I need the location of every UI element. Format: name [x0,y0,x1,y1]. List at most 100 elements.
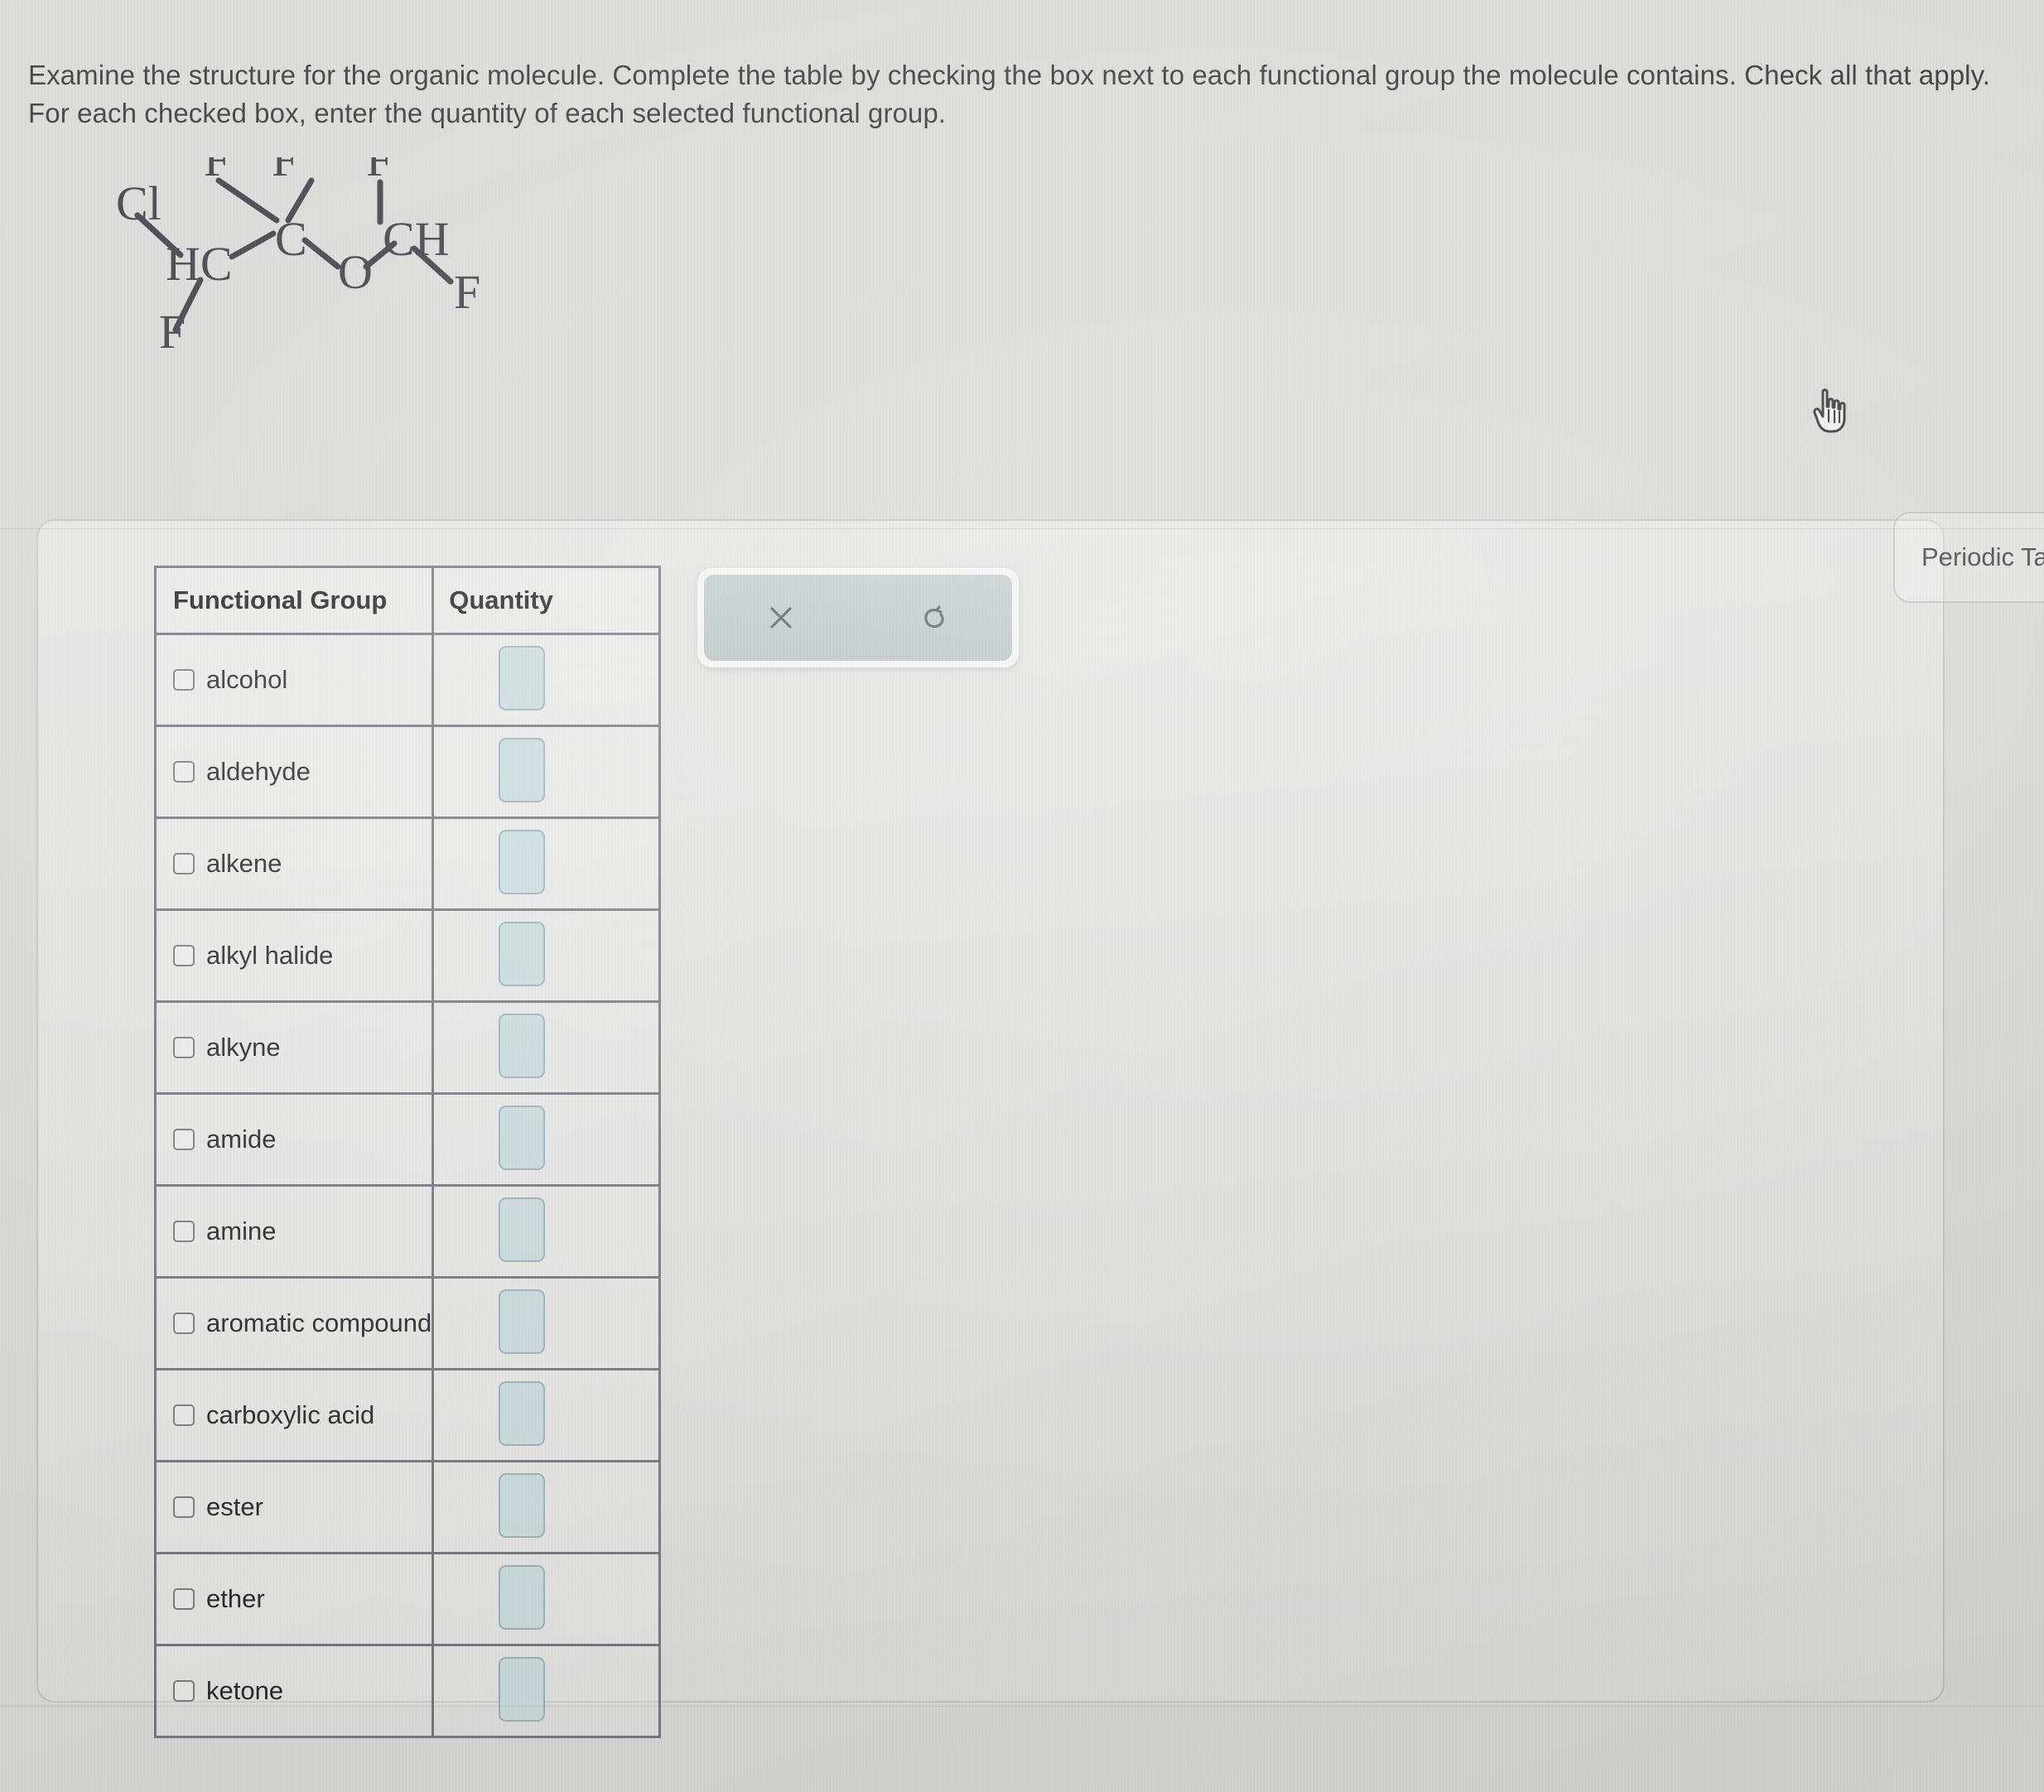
functional-group-label: amide [206,1125,277,1154]
checkbox-alkene[interactable] [173,853,195,874]
table-row: carboxylic acid [153,1368,661,1462]
atom-c: C [275,212,307,266]
molecule-structure-diagram: Cl F F F HC C O CH F F [99,157,613,489]
checkbox-aldehyde[interactable] [173,761,195,783]
functional-group-label: alkyl halide [206,941,334,970]
quantity-input-aromatic-compound[interactable] [499,1289,546,1354]
quantity-input-aldehyde[interactable] [499,737,546,802]
table-row: alcohol [153,633,661,727]
functional-group-label: alkyne [206,1033,281,1062]
quantity-cell [431,908,661,1003]
checkbox-ester[interactable] [173,1496,195,1518]
functional-group-cell: amine [153,1184,435,1279]
checkbox-alkyl-halide[interactable] [173,945,195,966]
atom-f-bottom: F [159,305,186,359]
bond-f1-c [215,177,280,224]
functional-group-cell: aldehyde [153,725,435,819]
quantity-cell [431,725,661,819]
functional-group-cell: aromatic compound [153,1276,435,1370]
atom-f-top-2: F [272,157,298,186]
atom-f-top-1: F [204,157,230,186]
quantity-input-amide[interactable] [499,1105,546,1170]
quantity-cell [431,1276,661,1370]
periodic-table-panel[interactable]: Periodic Table [1893,512,2044,603]
checkbox-ether[interactable] [173,1588,195,1610]
quantity-input-ester[interactable] [499,1472,546,1538]
functional-group-cell: alkene [153,817,435,911]
checkbox-ketone[interactable] [173,1680,195,1702]
quantity-cell [431,1644,661,1738]
quantity-input-ether[interactable] [499,1564,546,1630]
table-body: alcohol aldehyde alkene alkyl halide alkyne a… [153,633,661,1738]
quantity-cell [431,1368,661,1462]
quantity-cell [431,817,661,911]
molecule-atom-labels: Cl F F F HC C O CH F F [116,157,480,359]
checkbox-aromatic-compound[interactable] [173,1313,195,1334]
bond-hc-c [229,230,277,260]
quantity-input-alcohol[interactable] [499,645,546,711]
functional-group-table: Functional Group Quantity alcohol aldehyd… [153,566,661,1738]
table-header-row: Functional Group Quantity [153,566,661,635]
atom-hc: HC [166,237,233,291]
checkbox-carboxylic-acid[interactable] [173,1404,195,1426]
undo-arrow-icon [917,600,953,636]
close-x-icon [763,600,799,636]
functional-group-cell: ether [153,1552,435,1646]
functional-group-label: alcohol [206,665,288,694]
quantity-cell [431,1092,661,1187]
periodic-table-label: Periodic Table [1921,542,2044,571]
header-functional-group: Functional Group [153,566,435,635]
checkbox-alcohol[interactable] [173,669,195,691]
quantity-input-alkene[interactable] [499,829,546,894]
table-row: alkyne [153,1000,661,1095]
quantity-cell [431,1460,661,1554]
functional-group-cell: alcohol [153,633,435,727]
undo-button[interactable] [858,575,1012,661]
functional-group-cell: alkyne [153,1000,435,1095]
clear-answer-button[interactable] [704,575,858,661]
quantity-cell [431,633,661,727]
functional-group-cell: ester [153,1460,435,1554]
table-row: aldehyde [153,725,661,819]
quantity-input-carboxylic-acid[interactable] [499,1380,546,1446]
table-row: ether [153,1552,661,1646]
quantity-input-amine[interactable] [499,1197,546,1262]
checkbox-amine[interactable] [173,1221,195,1242]
atom-ch: CH [383,212,450,266]
table-row: alkyl halide [153,908,661,1003]
functional-group-label: ether [206,1584,265,1613]
quantity-input-alkyne[interactable] [499,1013,546,1078]
answer-toolbar-inner [704,575,1012,661]
atom-cl: Cl [116,176,161,230]
molecule-svg: Cl F F F HC C O CH F F [116,157,480,359]
table-row: alkene [153,817,661,911]
pointing-hand-cursor [1810,387,1853,435]
functional-group-label: ester [206,1492,263,1521]
answer-toolbar [697,568,1019,667]
atom-o: O [338,245,373,299]
header-quantity: Quantity [431,566,661,635]
checkbox-amide[interactable] [173,1129,195,1150]
functional-group-cell: alkyl halide [153,908,435,1003]
quantity-cell [431,1184,661,1279]
table-row: ester [153,1460,661,1554]
table-row: aromatic compound [153,1276,661,1370]
functional-group-label: amine [206,1216,277,1245]
functional-group-label: carboxylic acid [206,1400,375,1429]
functional-group-cell: carboxylic acid [153,1368,435,1462]
table-row: amine [153,1184,661,1279]
functional-group-label: alkene [206,849,282,878]
bond-c-o [301,237,341,270]
quantity-cell [431,1000,661,1095]
functional-group-label: aldehyde [206,757,311,786]
quantity-input-alkyl-halide[interactable] [499,921,546,986]
table-row: amide [153,1092,661,1187]
functional-group-label: aromatic compound [206,1308,432,1337]
functional-group-cell: ketone [153,1644,435,1738]
atom-f-top-3: F [366,157,393,186]
quantity-input-ketone[interactable] [499,1656,546,1722]
quantity-cell [431,1552,661,1646]
atom-f-right: F [454,265,480,319]
checkbox-alkyne[interactable] [173,1037,195,1058]
page-title: Examine the structure for the organic mo… [28,60,1990,129]
